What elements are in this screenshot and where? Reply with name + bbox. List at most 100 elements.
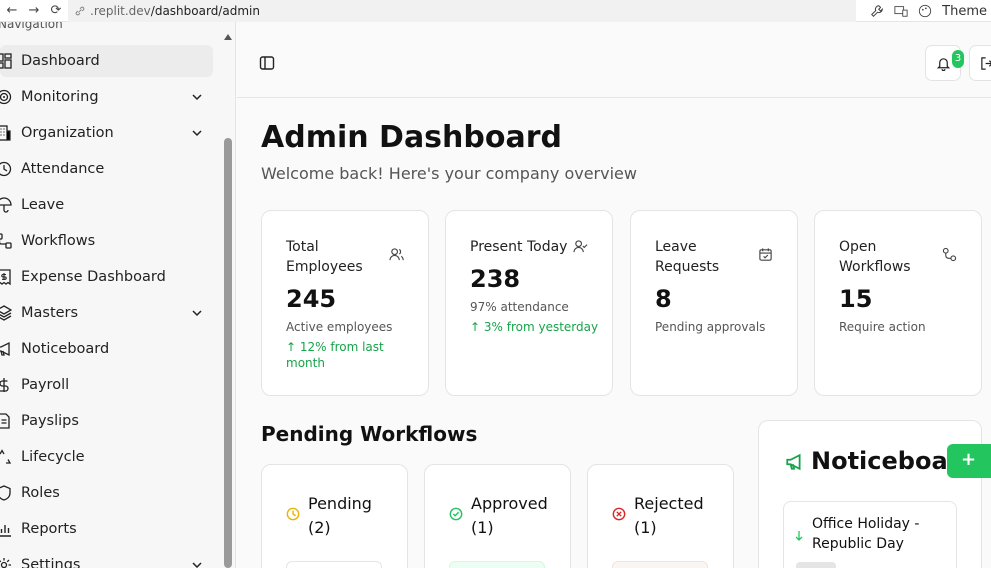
- scroll-up-arrow-icon[interactable]: [224, 34, 232, 40]
- devices-icon[interactable]: [894, 4, 908, 18]
- megaphone-icon: [0, 341, 10, 357]
- sidebar-item-leave[interactable]: Leave: [0, 189, 213, 221]
- chevron-down-icon: [192, 130, 202, 137]
- wrench-icon[interactable]: [870, 4, 884, 18]
- sidebar-item-label: Expense Dashboard: [21, 269, 166, 285]
- notification-count-badge: 3: [952, 50, 964, 68]
- stat-label: Leave Requests: [655, 239, 720, 275]
- sidebar-scrollbar[interactable]: [222, 34, 234, 568]
- sidebar-item-payroll[interactable]: Payroll: [0, 369, 213, 401]
- sidebar-item-label: Settings: [21, 557, 81, 568]
- stat-card-total-employees: Total Employees 245 Active employees ↑ 1…: [261, 210, 429, 396]
- shield-icon: [0, 485, 11, 501]
- stat-card-present-today: Present Today 238 97% attendance ↑ 3% fr…: [445, 210, 613, 396]
- chevron-down-icon: [192, 562, 202, 568]
- chevron-down-icon: [192, 310, 202, 317]
- workflow-card-rejected[interactable]: Rejected (1): [587, 464, 734, 568]
- notice-item[interactable]: Office Holiday - Republic Day: [783, 501, 957, 568]
- stat-trend: ↑ 12% from last month: [286, 340, 384, 370]
- users-icon: [389, 248, 404, 261]
- stat-description: Active employees: [286, 320, 393, 334]
- check-circle-icon: [449, 507, 463, 521]
- page-subtitle: Welcome back! Here's your company overvi…: [261, 164, 637, 183]
- sidebar-item-label: Reports: [21, 521, 77, 537]
- bar-chart-icon: [0, 525, 11, 537]
- sidebar-item-roles[interactable]: Roles: [0, 477, 213, 509]
- browser-toolbar: ← → ⟳ .replit.dev/dashboard/admin Theme: [0, 0, 991, 22]
- sidebar-item-label: Payslips: [21, 413, 79, 429]
- clock-icon: [0, 161, 12, 177]
- workflow-card-label: Pending (2): [308, 494, 372, 537]
- bell-icon: [936, 58, 951, 71]
- stat-value: 8: [655, 285, 672, 313]
- scrollbar-thumb[interactable]: [224, 138, 232, 568]
- top-bar: 3: [237, 22, 991, 98]
- workflow-card-approved[interactable]: Approved (1): [424, 464, 571, 568]
- sidebar-item-masters[interactable]: Masters: [0, 297, 213, 329]
- url-domain: .replit.dev: [90, 4, 151, 18]
- page-title: Admin Dashboard: [261, 120, 562, 155]
- sidebar-toggle-icon[interactable]: [259, 55, 275, 71]
- stat-description: Pending approvals: [655, 320, 766, 334]
- dashboard-icon: [0, 53, 12, 69]
- workflow-card-badge: [286, 561, 382, 568]
- workflow-card-badge: [449, 561, 545, 568]
- sidebar-item-label: Roles: [21, 485, 60, 501]
- arrow-down-icon: [795, 531, 803, 541]
- stat-value: 15: [839, 285, 873, 313]
- recycle-icon: [0, 449, 12, 464]
- pending-workflows-title: Pending Workflows: [261, 422, 478, 446]
- workflow-icon: [942, 247, 957, 262]
- building-icon: [0, 125, 11, 141]
- sidebar-item-lifecycle[interactable]: Lifecycle: [0, 441, 213, 473]
- sidebar-item-attendance[interactable]: Attendance: [0, 153, 213, 185]
- workflow-card-badge: [612, 561, 708, 568]
- gear-icon: [0, 558, 11, 568]
- x-circle-icon: [612, 507, 626, 521]
- sidebar-item-label: Noticeboard: [21, 341, 110, 357]
- address-bar[interactable]: .replit.dev/dashboard/admin: [68, 0, 856, 22]
- stat-description: Require action: [839, 320, 926, 334]
- file-icon: [0, 413, 10, 429]
- workflow-card-pending[interactable]: Pending (2): [261, 464, 408, 568]
- stat-description: 97% attendance: [470, 300, 569, 314]
- forward-arrow-icon[interactable]: →: [24, 3, 44, 18]
- reload-icon[interactable]: ⟳: [46, 3, 66, 18]
- sidebar-item-dashboard[interactable]: Dashboard: [0, 45, 213, 77]
- logout-button[interactable]: [969, 45, 991, 81]
- url-path: /dashboard/admin: [150, 4, 260, 18]
- link-icon: [75, 6, 85, 16]
- sidebar-item-payslips[interactable]: Payslips: [0, 405, 213, 437]
- user-check-icon: [573, 240, 588, 253]
- plus-icon: +: [961, 449, 977, 470]
- sidebar-item-organization[interactable]: Organization: [0, 117, 213, 149]
- sidebar-item-label: Masters: [21, 305, 79, 321]
- umbrella-icon: [0, 197, 12, 213]
- sidebar: Navigation Dashboard Monitoring Organiza…: [0, 22, 236, 568]
- theme-button[interactable]: Theme: [942, 4, 987, 19]
- sidebar-item-noticeboard[interactable]: Noticeboard: [0, 333, 213, 365]
- sidebar-item-reports[interactable]: Reports: [0, 513, 213, 545]
- notice-item-tag: [796, 562, 836, 568]
- workflow-card-label: Rejected (1): [634, 494, 704, 537]
- chevron-down-icon: [192, 94, 202, 101]
- palette-icon[interactable]: [918, 4, 932, 18]
- stat-card-open-workflows: Open Workflows 15 Require action: [814, 210, 982, 396]
- add-notice-button[interactable]: +: [947, 444, 991, 478]
- logout-icon: [981, 57, 991, 70]
- sidebar-item-monitoring[interactable]: Monitoring: [0, 81, 213, 113]
- sidebar-item-label: Dashboard: [21, 53, 100, 69]
- sidebar-item-settings[interactable]: Settings: [0, 549, 213, 568]
- layers-icon: [0, 305, 12, 321]
- target-icon: [0, 89, 12, 105]
- sidebar-item-expense-dashboard[interactable]: Expense Dashboard: [0, 261, 213, 293]
- stat-value: 245: [286, 285, 337, 313]
- sidebar-item-label: Organization: [21, 125, 114, 141]
- back-arrow-icon[interactable]: ←: [2, 3, 22, 18]
- sidebar-item-label: Monitoring: [21, 89, 99, 105]
- stat-card-leave-requests: Leave Requests 8 Pending approvals: [630, 210, 798, 396]
- notice-item-title: Office Holiday - Republic Day: [812, 516, 920, 552]
- clock-icon: [286, 507, 300, 521]
- sidebar-item-workflows[interactable]: Workflows: [0, 225, 213, 257]
- sidebar-item-label: Attendance: [21, 161, 105, 177]
